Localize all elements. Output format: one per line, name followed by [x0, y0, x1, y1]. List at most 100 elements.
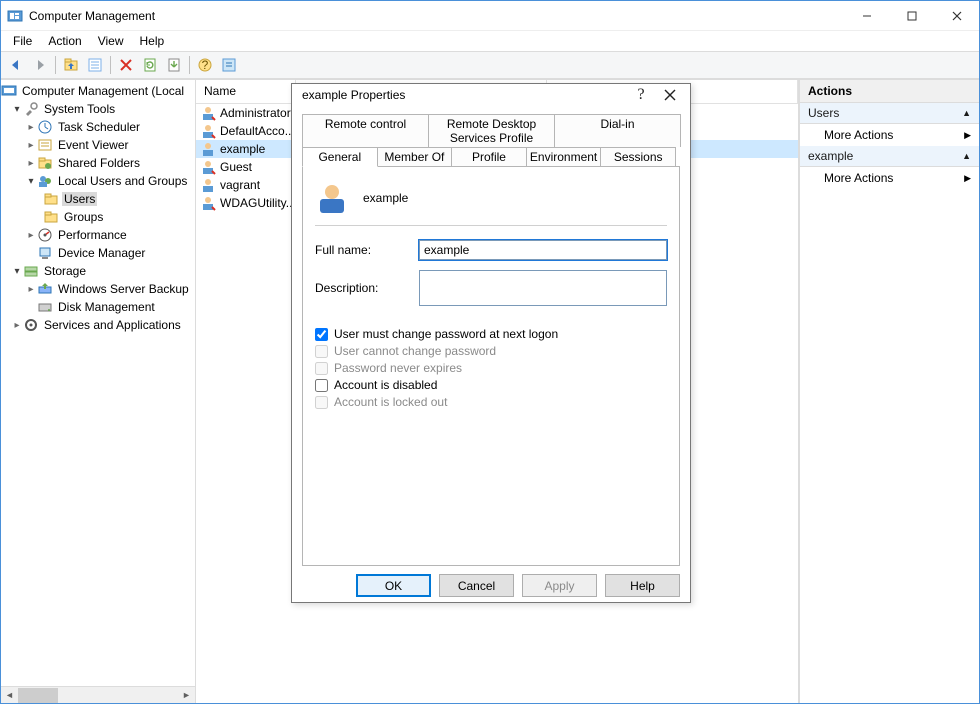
tree-performance[interactable]: Performance [56, 228, 129, 242]
tree-shared-folders[interactable]: Shared Folders [56, 156, 142, 170]
tab-environment[interactable]: Environment [526, 147, 602, 166]
collapse-icon: ▲ [962, 108, 971, 118]
tab-general[interactable]: General [302, 147, 378, 167]
chk-locked-box [315, 396, 328, 409]
actions-section-users[interactable]: Users▲ [800, 103, 979, 124]
tab-memberof[interactable]: Member Of [377, 147, 453, 166]
expand-toggle[interactable] [25, 158, 37, 169]
col-name[interactable]: Name [196, 80, 296, 103]
folder-icon [43, 209, 59, 225]
chk-must-change[interactable]: User must change password at next logon [315, 327, 667, 341]
menu-help[interactable]: Help [132, 32, 173, 50]
dialog-help-button[interactable]: ? [628, 86, 654, 104]
performance-icon [37, 227, 53, 243]
tree-local-users[interactable]: Local Users and Groups [56, 174, 189, 188]
tab-remote-control[interactable]: Remote control [302, 114, 429, 147]
props-button[interactable] [84, 54, 106, 76]
scroll-left-button[interactable]: ◄ [1, 688, 18, 703]
tree-storage[interactable]: Storage [42, 264, 88, 278]
tree-task-scheduler[interactable]: Task Scheduler [56, 120, 142, 134]
dialog-titlebar: example Properties ? [292, 84, 690, 106]
chk-disabled[interactable]: Account is disabled [315, 378, 667, 392]
refresh-button[interactable] [139, 54, 161, 76]
tree-disk-mgmt[interactable]: Disk Management [56, 300, 157, 314]
tree-services[interactable]: Services and Applications [42, 318, 183, 332]
close-button[interactable] [934, 1, 979, 30]
expand-toggle[interactable] [25, 230, 37, 241]
tab-rds-profile[interactable]: Remote Desktop Services Profile [428, 114, 555, 147]
user-icon [200, 159, 216, 175]
menubar: File Action View Help [1, 31, 979, 51]
dialog-close-button[interactable] [654, 84, 686, 106]
scroll-right-button[interactable]: ► [178, 688, 195, 703]
toolbar-separator [110, 56, 111, 74]
properties-dialog: example Properties ? Remote control Remo… [291, 83, 691, 603]
cancel-button[interactable]: Cancel [439, 574, 514, 597]
ok-button[interactable]: OK [356, 574, 431, 597]
toolbar: ? [1, 51, 979, 79]
maximize-button[interactable] [889, 1, 934, 30]
mmc-window: Computer Management File Action View Hel… [0, 0, 980, 704]
scroll-thumb[interactable] [18, 688, 58, 703]
actions-section-example[interactable]: example▲ [800, 146, 979, 167]
tab-dialin[interactable]: Dial-in [554, 114, 681, 147]
actions-more-users[interactable]: More Actions▶ [800, 124, 979, 146]
expand-toggle[interactable] [25, 176, 37, 187]
tab-profile[interactable]: Profile [451, 147, 527, 166]
help-button[interactable]: Help [605, 574, 680, 597]
tree-users[interactable]: Users [62, 192, 97, 206]
shared-folder-icon [37, 155, 53, 171]
menu-action[interactable]: Action [40, 32, 89, 50]
description-label: Description: [315, 281, 419, 295]
expand-toggle[interactable] [11, 320, 23, 331]
expand-toggle[interactable] [25, 122, 37, 133]
device-icon [37, 245, 53, 261]
list-item-label[interactable]: WDAGUtility... [220, 196, 296, 210]
expand-toggle[interactable] [11, 266, 23, 277]
actions-title: Actions [800, 80, 979, 103]
forward-button[interactable] [29, 54, 51, 76]
expand-toggle[interactable] [11, 104, 23, 115]
toolbar-separator [189, 56, 190, 74]
tree-win-backup[interactable]: Windows Server Backup [56, 282, 191, 296]
expand-toggle[interactable] [25, 284, 37, 295]
back-button[interactable] [5, 54, 27, 76]
list-item-label[interactable]: Administrator [220, 106, 291, 120]
delete-button[interactable] [115, 54, 137, 76]
tree-groups[interactable]: Groups [62, 210, 105, 224]
export-button[interactable] [163, 54, 185, 76]
actions-more-example[interactable]: More Actions▶ [800, 167, 979, 189]
titlebar: Computer Management [1, 1, 979, 31]
dialog-username: example [363, 191, 408, 205]
apply-button[interactable]: Apply [522, 574, 597, 597]
tree-root[interactable]: Computer Management (Local [20, 84, 186, 98]
list-item-label[interactable]: example [220, 142, 265, 156]
help-contents-button[interactable]: ? [194, 54, 216, 76]
tab-sessions[interactable]: Sessions [600, 147, 676, 166]
dialog-title: example Properties [302, 88, 628, 102]
chk-disabled-box[interactable] [315, 379, 328, 392]
up-button[interactable] [60, 54, 82, 76]
tree-device-manager[interactable]: Device Manager [56, 246, 147, 260]
expand-toggle[interactable] [25, 140, 37, 151]
tree-system-tools[interactable]: System Tools [42, 102, 117, 116]
help-button[interactable] [218, 54, 240, 76]
clock-icon [37, 119, 53, 135]
fullname-input[interactable] [419, 240, 667, 260]
tree[interactable]: Computer Management (Local System Tools … [1, 80, 195, 686]
tree-event-viewer[interactable]: Event Viewer [56, 138, 130, 152]
menu-view[interactable]: View [90, 32, 132, 50]
minimize-button[interactable] [844, 1, 889, 30]
dialog-body: Remote control Remote Desktop Services P… [292, 106, 690, 566]
list-item-label[interactable]: Guest [220, 160, 252, 174]
list-item-label[interactable]: DefaultAcco... [220, 124, 295, 138]
horizontal-scrollbar[interactable]: ◄ ► [1, 686, 195, 703]
actions-pane: Actions Users▲ More Actions▶ example▲ Mo… [799, 80, 979, 703]
content-area: Computer Management (Local System Tools … [1, 79, 979, 703]
chk-must-change-box[interactable] [315, 328, 328, 341]
list-item-label[interactable]: vagrant [220, 178, 260, 192]
tab-strip: Remote control Remote Desktop Services P… [302, 114, 680, 566]
description-input[interactable] [419, 270, 667, 306]
menu-file[interactable]: File [5, 32, 40, 50]
chk-locked: Account is locked out [315, 395, 667, 409]
